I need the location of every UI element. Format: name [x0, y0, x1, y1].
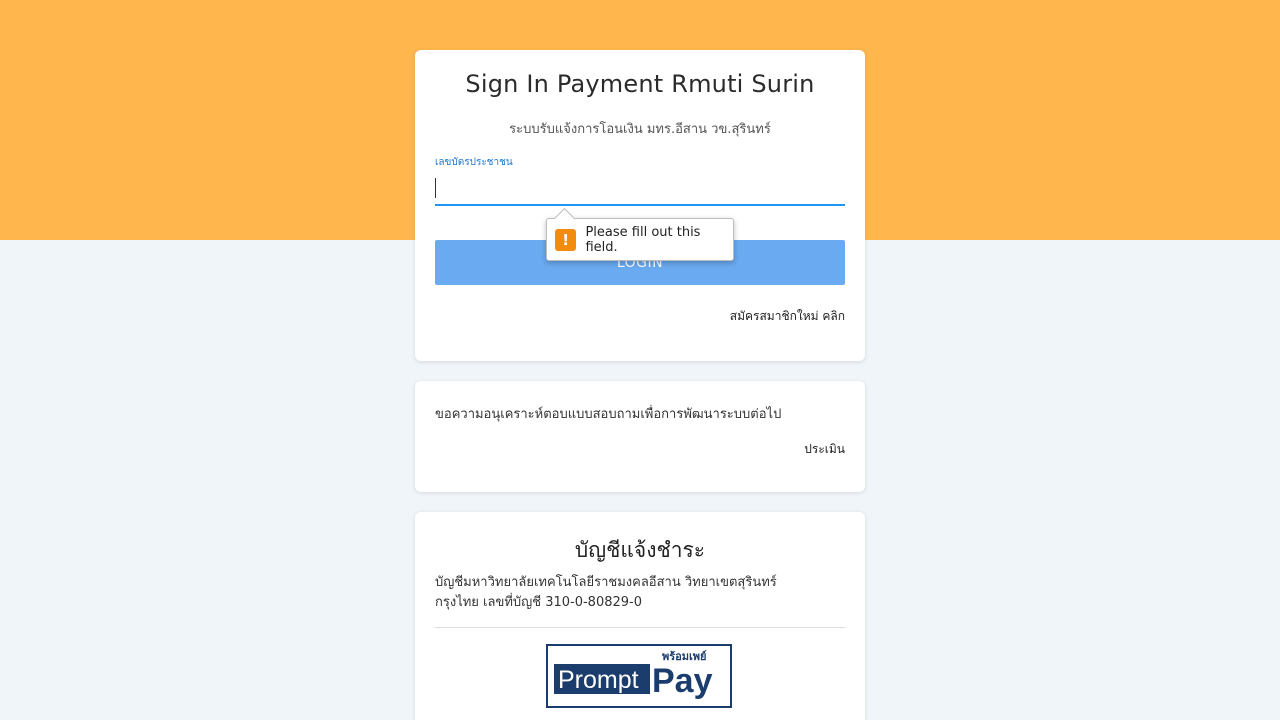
account-title: บัญชีแจ้งชำระ: [574, 538, 706, 562]
login-card: Sign In Payment Rmuti Surin ระบบรับแจ้งก…: [415, 50, 865, 361]
bank-account-number: กรุงไทย เลขที่บัญชี 310-0-80829-0: [435, 595, 642, 610]
register-link[interactable]: สมัครสมาชิกใหม่ คลิก: [730, 307, 845, 326]
promptpay-logo: พร้อมเพย์ Prompt Pay: [546, 644, 732, 708]
survey-link[interactable]: ประเมิน: [804, 440, 845, 459]
svg-text:Prompt: Prompt: [558, 666, 639, 694]
survey-card: ขอความอนุเคราะห์ตอบแบบสอบถามเพื่อการพัฒน…: [415, 381, 865, 492]
survey-text: ขอความอนุเคราะห์ตอบแบบสอบถามเพื่อการพัฒน…: [435, 407, 782, 422]
page-title: Sign In Payment Rmuti Surin: [465, 70, 815, 98]
account-name: บัญชีมหาวิทยาลัยเทคโนโลยีราชมงคลอีสาน วิ…: [435, 575, 777, 590]
validation-message: Please fill out this field.: [585, 224, 701, 255]
id-card-input[interactable]: [435, 172, 845, 206]
login-subtitle: ระบบรับแจ้งการโอนเงิน มทร.อีสาน วข.สุริน…: [509, 122, 771, 137]
account-card: บัญชีแจ้งชำระ บัญชีมหาวิทยาลัยเทคโนโลยีร…: [415, 512, 865, 720]
text-caret: [435, 178, 436, 198]
exclamation-icon: !: [555, 228, 577, 251]
divider: [435, 627, 845, 628]
validation-tooltip: ! Please fill out this field.: [546, 218, 734, 261]
svg-text:Pay: Pay: [652, 662, 713, 700]
id-card-field-label: เลขบัตรประชาชน: [435, 157, 513, 168]
